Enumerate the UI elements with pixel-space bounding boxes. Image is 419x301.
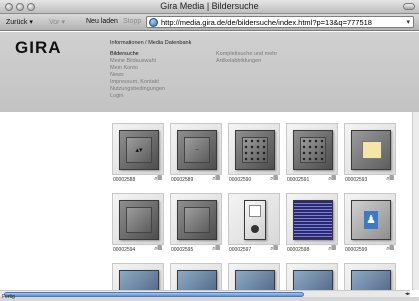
chevron-down-icon: ▾ <box>61 19 65 26</box>
plain-rocker-icon <box>119 200 159 240</box>
thumbnail-image[interactable] <box>286 193 338 245</box>
back-label: Zurück <box>6 19 28 26</box>
title-bar: Gira Media | Bildersuche <box>0 0 419 14</box>
card-switch-icon <box>351 130 391 170</box>
zoom-and-info-icons[interactable]: ⌕▤ <box>386 246 394 253</box>
reload-button[interactable]: Neu laden <box>86 18 118 25</box>
thumbnail-image[interactable] <box>344 263 396 290</box>
zoom-and-info-icons[interactable]: ⌕▤ <box>212 246 220 253</box>
keypad-dots-icon <box>293 130 333 170</box>
partial-icon <box>119 270 159 290</box>
toolbar-toggle-button[interactable] <box>403 3 415 10</box>
image-id: 00002589 <box>171 177 194 183</box>
thumbnail-image[interactable]: ♟ <box>344 193 396 245</box>
chevron-down-icon: ▾ <box>29 19 33 26</box>
keypad-dots-icon <box>235 130 275 170</box>
partial-icon <box>177 270 217 290</box>
thumbnail-image[interactable] <box>228 123 280 175</box>
thumbnail-image[interactable] <box>170 263 222 290</box>
rocker-face <box>184 207 210 233</box>
thumbnail-image[interactable] <box>286 263 338 290</box>
louvre-vent-icon <box>293 200 333 240</box>
horizontal-scrollbar[interactable]: ◂▸ <box>0 290 410 297</box>
image-id: 00002598 <box>287 247 310 253</box>
partial-icon <box>293 270 333 290</box>
gira-logo[interactable]: GIRA <box>15 38 62 58</box>
browser-window: Gira Media | Bildersuche Zurück ▾ Vor ▾ … <box>0 0 419 301</box>
nav-item-artikelabbildungen[interactable]: Artikelabbildungen <box>216 58 277 65</box>
rocker-face <box>242 137 268 163</box>
nav-item-konto[interactable]: Mein Konto <box>110 65 260 72</box>
thumbnail-image[interactable] <box>228 263 280 290</box>
address-bar[interactable]: http://media.gira.de/de/bildersuche/inde… <box>146 16 414 28</box>
vertical-scrollbar[interactable] <box>412 112 419 290</box>
socket-combination-icon <box>244 200 266 240</box>
thumbnail-image[interactable] <box>112 193 164 245</box>
thumbnail-image[interactable] <box>286 123 338 175</box>
secondary-nav: Komplettsuche und mehr Artikelabbildunge… <box>216 51 277 65</box>
rocker-face: ▴▾ <box>126 137 152 163</box>
zoom-and-info-icons[interactable]: ⌕▤ <box>154 246 162 253</box>
thumbnail-image[interactable]: ▴▾ <box>112 123 164 175</box>
image-id: 00002595 <box>171 247 194 253</box>
rocker-face <box>300 137 326 163</box>
image-id: 00002594 <box>113 247 136 253</box>
browser-toolbar: Zurück ▾ Vor ▾ Neu laden Stopp http://me… <box>0 14 419 31</box>
thumbnail-image[interactable] <box>112 263 164 290</box>
thumbnail-image[interactable] <box>344 123 396 175</box>
nav-item-news[interactable]: News <box>110 72 260 79</box>
image-id: 00002599 <box>345 247 368 253</box>
thumbnail-image[interactable] <box>228 193 280 245</box>
zoom-and-info-icons[interactable]: ⌕▤ <box>270 176 278 183</box>
stop-button[interactable]: Stopp <box>123 18 141 25</box>
status-text: Fertig <box>2 294 15 300</box>
zoom-and-info-icons[interactable]: ⌕▤ <box>154 176 162 183</box>
chevron-down-icon[interactable]: ▾ <box>406 18 410 26</box>
site-header: GIRA Informationen / Media Datenbank Bil… <box>0 32 419 112</box>
blind-switch-icon: – <box>177 130 217 170</box>
partial-icon <box>235 270 275 290</box>
breadcrumb: Informationen / Media Datenbank <box>110 40 192 46</box>
nav-item-login[interactable]: Login <box>110 93 260 100</box>
zoom-and-info-icons[interactable]: ⌕▤ <box>212 176 220 183</box>
image-id: 00002593 <box>345 177 368 183</box>
nav-item-komplettsuche[interactable]: Komplettsuche und mehr <box>216 51 277 58</box>
rocker-face <box>126 207 152 233</box>
image-id: 00002590 <box>229 177 252 183</box>
zoom-and-info-icons[interactable]: ⌕▤ <box>328 246 336 253</box>
partial-icon <box>351 270 391 290</box>
rocker-face: – <box>184 137 210 163</box>
zoom-and-info-icons[interactable]: ⌕▤ <box>328 176 336 183</box>
forward-label: Vor <box>49 19 60 26</box>
back-button[interactable]: Zurück ▾ <box>6 18 33 26</box>
plain-rocker-icon <box>177 200 217 240</box>
image-id: 00002591 <box>287 177 310 183</box>
nav-item-nutzungsbedingungen[interactable]: Nutzungsbedingungen <box>110 86 260 93</box>
zoom-and-info-icons[interactable]: ⌕▤ <box>386 176 394 183</box>
person-symbol-icon: ♟ <box>351 200 391 240</box>
nav-item-impressum[interactable]: Impressum, Kontakt <box>110 79 260 86</box>
image-id: 00002597 <box>229 247 252 253</box>
status-bar: Fertig <box>0 294 419 301</box>
window-title: Gira Media | Bildersuche <box>160 1 259 11</box>
double-arrow-switch-icon: ▴▾ <box>119 130 159 170</box>
content-area: ▴▾ 00002588 ⌕▤ – 00002589 ⌕▤ 00002590 ⌕▤ 0000259… <box>0 112 419 290</box>
zoom-and-info-icons[interactable]: ⌕▤ <box>270 246 278 253</box>
thumbnail-image[interactable] <box>170 193 222 245</box>
thumbnail-image[interactable]: – <box>170 123 222 175</box>
image-id: 00002588 <box>113 177 136 183</box>
address-url[interactable]: http://media.gira.de/de/bildersuche/inde… <box>161 18 372 27</box>
globe-icon <box>149 18 158 27</box>
forward-button[interactable]: Vor ▾ <box>49 18 65 26</box>
